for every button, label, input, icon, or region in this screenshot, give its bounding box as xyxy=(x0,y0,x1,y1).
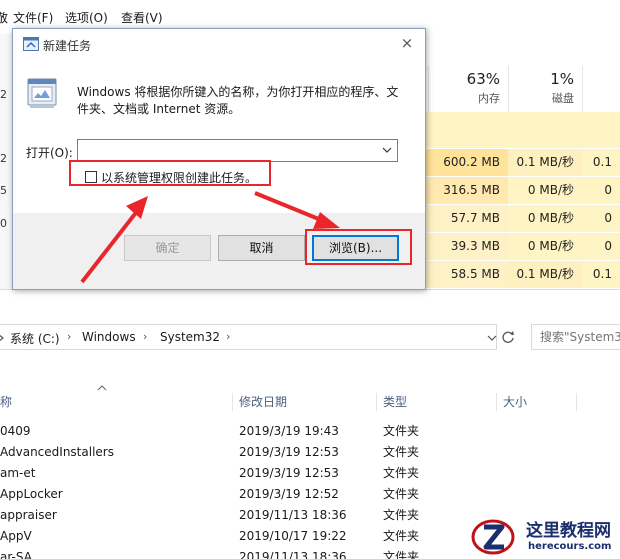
menu-file[interactable]: 文件(F) xyxy=(13,9,53,26)
search-input[interactable] xyxy=(532,325,620,349)
file-type: 文件夹 xyxy=(383,487,420,501)
close-icon[interactable]: × xyxy=(399,35,415,51)
left-number: 2 xyxy=(0,88,7,101)
file-name: ar-SA xyxy=(0,550,32,559)
menu-options[interactable]: 选项(O) xyxy=(65,9,108,26)
chevron-right-icon xyxy=(0,334,4,342)
watermark-url: herecours.com xyxy=(528,541,612,552)
dialog-title: 新建任务 xyxy=(43,39,92,53)
sort-up-icon xyxy=(97,385,107,391)
menu-view[interactable]: 查看(V) xyxy=(121,9,163,26)
program-icon xyxy=(27,78,57,108)
file-type: 文件夹 xyxy=(383,445,420,459)
dialog-description: Windows 将根据你所键入的名称，为你打开相应的程序、文件夹、文档或 Int… xyxy=(77,85,399,116)
memory-cell: 316.5 MB xyxy=(443,183,500,197)
memory-percent: 63% xyxy=(466,70,500,88)
column-header-memory[interactable]: 63% 内存 xyxy=(428,66,508,112)
file-modified: 2019/3/19 12:53 xyxy=(239,445,339,459)
chevron-right-icon[interactable]: › xyxy=(226,330,230,343)
run-icon xyxy=(23,37,39,51)
file-type: 文件夹 xyxy=(383,508,420,522)
breadcrumb-system32[interactable]: System32 xyxy=(160,330,220,344)
column-type[interactable]: 类型 xyxy=(376,393,496,411)
open-label: 打开(O): xyxy=(26,146,73,160)
open-input[interactable] xyxy=(78,140,373,161)
annotation-box-browse xyxy=(305,229,412,265)
dialog-titlebar[interactable]: 新建任务 × xyxy=(13,29,425,60)
disk-cell: 0 MB/秒 xyxy=(508,233,582,260)
file-type: 文件夹 xyxy=(383,424,420,438)
chevron-down-icon[interactable] xyxy=(380,143,394,157)
breadcrumb-windows[interactable]: Windows xyxy=(82,330,136,344)
disk-percent: 1% xyxy=(550,70,574,88)
memory-cell: 58.5 MB xyxy=(450,267,500,281)
file-row[interactable]: AdvancedInstallers 2019/3/19 12:53 文件夹 xyxy=(0,442,620,463)
file-row[interactable]: 0409 2019/3/19 19:43 文件夹 xyxy=(0,421,620,442)
file-row[interactable]: AppLocker 2019/3/19 12:52 文件夹 xyxy=(0,484,620,505)
file-row[interactable]: am-et 2019/3/19 12:53 文件夹 xyxy=(0,463,620,484)
chevron-right-icon[interactable]: › xyxy=(143,330,147,343)
open-combobox[interactable] xyxy=(77,139,398,162)
memory-cell: 39.3 MB xyxy=(450,239,500,253)
watermark-title: 这里教程网 xyxy=(526,521,611,541)
file-name: AdvancedInstallers xyxy=(0,445,114,459)
cancel-button[interactable]: 取消 xyxy=(218,235,305,261)
address-bar[interactable]: 系统 (C:) › Windows › System32 › xyxy=(0,324,497,350)
file-modified: 2019/10/17 19:22 xyxy=(239,529,347,543)
left-number: 0 xyxy=(0,217,7,230)
refresh-icon[interactable] xyxy=(500,329,516,345)
left-number: 2 xyxy=(0,152,7,165)
disk-cell: 0 MB/秒 xyxy=(508,205,582,232)
file-name: AppLocker xyxy=(0,487,63,501)
ok-button[interactable]: 确定 xyxy=(124,235,211,261)
network-cell: 0.1 xyxy=(582,149,620,176)
chevron-right-icon[interactable]: › xyxy=(67,330,71,343)
column-divider xyxy=(576,393,577,411)
file-name: am-et xyxy=(0,466,36,480)
column-header-disk[interactable]: 1% 磁盘 xyxy=(508,66,582,112)
file-name: AppV xyxy=(0,529,32,543)
file-type: 文件夹 xyxy=(383,529,420,543)
disk-label: 磁盘 xyxy=(552,92,574,105)
column-name[interactable]: 称 xyxy=(0,393,232,411)
network-cell: 0 xyxy=(582,177,620,204)
disk-cell: 0.1 MB/秒 xyxy=(508,261,582,288)
network-cell: 0 xyxy=(582,233,620,260)
network-cell: 0 xyxy=(582,205,620,232)
file-modified: 2019/3/19 12:52 xyxy=(239,487,339,501)
watermark: 这里教程网 herecours.com xyxy=(466,513,620,559)
breadcrumb-drive[interactable]: 系统 (C:) xyxy=(10,330,60,347)
watermark-logo xyxy=(471,519,515,555)
file-modified: 2019/3/19 12:53 xyxy=(239,466,339,480)
file-modified: 2019/3/19 19:43 xyxy=(239,424,339,438)
file-modified: 2019/11/13 18:36 xyxy=(239,550,347,559)
file-modified: 2019/11/13 18:36 xyxy=(239,508,347,522)
column-header-network[interactable] xyxy=(582,66,620,112)
file-type: 文件夹 xyxy=(383,466,420,480)
chevron-down-icon[interactable] xyxy=(487,334,497,342)
file-name: appraiser xyxy=(0,508,57,522)
network-cell: 0.1 xyxy=(582,261,620,288)
file-type: 文件夹 xyxy=(383,550,420,559)
left-strip: 2 2 5 0 xyxy=(0,34,12,290)
column-modified[interactable]: 修改日期 xyxy=(232,393,376,411)
disk-cell: 0 MB/秒 xyxy=(508,177,582,204)
annotation-box-checkbox xyxy=(69,160,271,186)
menu-file-partial[interactable]: 敬 xyxy=(0,9,8,26)
disk-cell: 0.1 MB/秒 xyxy=(508,149,582,176)
left-number: 5 xyxy=(0,184,7,197)
memory-cell: 57.7 MB xyxy=(450,211,500,225)
memory-cell: 600.2 MB xyxy=(443,155,500,169)
file-name: 0409 xyxy=(0,424,31,438)
memory-label: 内存 xyxy=(478,92,500,105)
column-size[interactable]: 大小 xyxy=(496,393,576,411)
search-box[interactable] xyxy=(531,324,620,350)
